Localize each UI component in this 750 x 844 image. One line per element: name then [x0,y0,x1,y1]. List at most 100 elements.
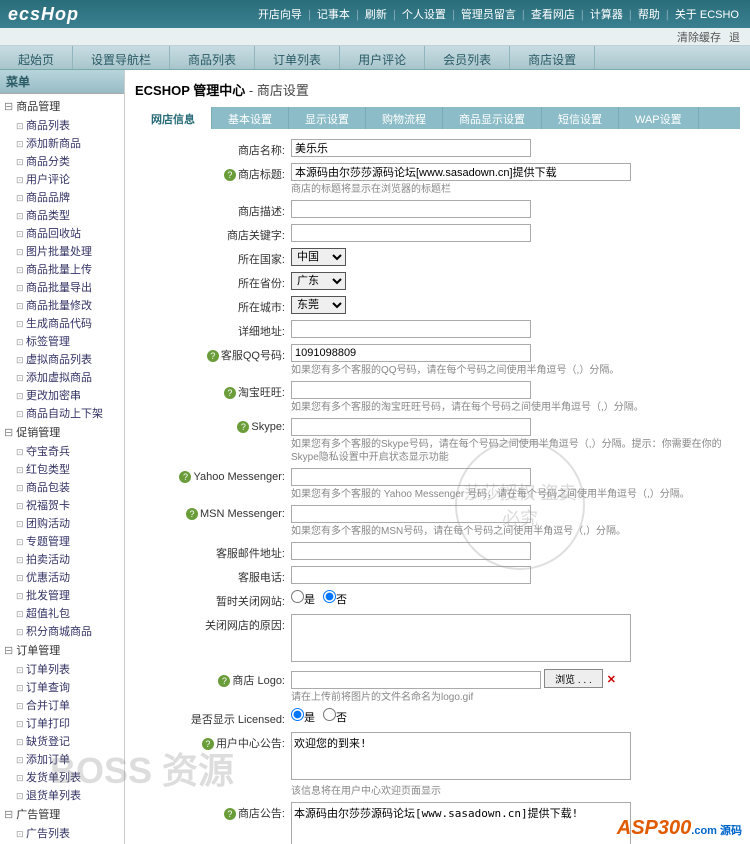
tree-item[interactable]: 红包类型 [0,460,124,478]
delete-icon[interactable]: ✕ [607,674,616,686]
logo-path-input[interactable] [291,671,541,689]
tree-item[interactable]: 订单查询 [0,678,124,696]
top-link[interactable]: 查看网店 [531,9,575,21]
shop-name-input[interactable] [291,139,531,157]
tab[interactable]: 短信设置 [542,107,619,129]
tab[interactable]: 购物流程 [366,107,443,129]
tree-item[interactable]: 商品批量导出 [0,278,124,296]
tree-item[interactable]: 订单列表 [0,660,124,678]
province-select[interactable]: 广东 [291,272,346,290]
tree-item[interactable]: 商品批量上传 [0,260,124,278]
shop-keywords-input[interactable] [291,224,531,242]
tree-item[interactable]: 批发管理 [0,586,124,604]
top-link[interactable]: 记事本 [317,9,350,21]
tab[interactable]: 商品显示设置 [443,107,542,129]
help-icon[interactable]: ? [202,738,214,750]
tree-item[interactable]: 退货单列表 [0,786,124,804]
address-input[interactable] [291,320,531,338]
nav-item[interactable]: 用户评论 [340,46,425,69]
ym-input[interactable] [291,468,531,486]
tree-item[interactable]: 夺宝奇兵 [0,442,124,460]
tree-item[interactable]: 积分商城商品 [0,622,124,640]
tree-item[interactable]: 祝福贺卡 [0,496,124,514]
exit-link[interactable]: 退 [729,29,740,45]
top-link[interactable]: 开店向导 [258,9,302,21]
close-reason-textarea[interactable] [291,614,631,662]
tab[interactable]: 网店信息 [135,107,212,129]
tree-item[interactable]: 广告列表 [0,824,124,842]
tree-item[interactable]: 商品分类 [0,152,124,170]
shop-desc-input[interactable] [291,200,531,218]
help-icon[interactable]: ? [237,421,249,433]
tree-item[interactable]: 专题管理 [0,532,124,550]
ww-input[interactable] [291,381,531,399]
shop-notice-textarea[interactable]: 本源码由尔莎莎源码论坛[www.sasadown.cn]提供下载! [291,802,631,844]
nav-item[interactable]: 商品列表 [170,46,255,69]
close-no-radio[interactable] [323,590,336,603]
msn-input[interactable] [291,505,531,523]
tree-item[interactable]: 图片批量处理 [0,242,124,260]
tree-item[interactable]: 标签管理 [0,332,124,350]
tree-item[interactable]: 添加新商品 [0,134,124,152]
tree-item[interactable]: 添加订单 [0,750,124,768]
clear-cache-link[interactable]: 清除缓存 [677,29,721,45]
help-icon[interactable]: ? [179,471,191,483]
help-icon[interactable]: ? [186,508,198,520]
tree-item[interactable]: 商品列表 [0,116,124,134]
city-select[interactable]: 东莞 [291,296,346,314]
tree-item[interactable]: 团购活动 [0,514,124,532]
tree-item[interactable]: 生成商品代码 [0,314,124,332]
tree-category[interactable]: 广告管理 [0,804,124,824]
help-icon[interactable]: ? [224,808,236,820]
tree-item[interactable]: 商品包装 [0,478,124,496]
shop-title-input[interactable] [291,163,631,181]
phone-input[interactable] [291,566,531,584]
top-link[interactable]: 计算器 [590,9,623,21]
tree-item[interactable]: 发货单列表 [0,768,124,786]
tree-item[interactable]: 拍卖活动 [0,550,124,568]
tree-item[interactable]: 商品品牌 [0,188,124,206]
tree-item[interactable]: 虚拟商品列表 [0,350,124,368]
help-icon[interactable]: ? [207,350,219,362]
browse-button[interactable]: 浏览 . . . [544,669,603,688]
tree-item[interactable]: 添加虚拟商品 [0,368,124,386]
tree-item[interactable]: 合并订单 [0,696,124,714]
tree-category[interactable]: 商品管理 [0,96,124,116]
nav-item[interactable]: 订单列表 [255,46,340,69]
top-link[interactable]: 刷新 [365,9,387,21]
tree-item[interactable]: 订单打印 [0,714,124,732]
help-icon[interactable]: ? [218,675,230,687]
email-input[interactable] [291,542,531,560]
tree-item[interactable]: 商品批量修改 [0,296,124,314]
tree-item[interactable]: 更改加密串 [0,386,124,404]
top-link[interactable]: 关于 ECSHO [675,9,739,21]
skype-input[interactable] [291,418,531,436]
tree-item[interactable]: 用户评论 [0,170,124,188]
tab[interactable]: 显示设置 [289,107,366,129]
tree-item[interactable]: 缺货登记 [0,732,124,750]
nav-item[interactable]: 起始页 [0,46,73,69]
licensed-yes-radio[interactable] [291,708,304,721]
tree-category[interactable]: 促销管理 [0,422,124,442]
tab[interactable]: WAP设置 [619,107,699,129]
tree-item[interactable]: 商品回收站 [0,224,124,242]
tree-category[interactable]: 订单管理 [0,640,124,660]
nav-item[interactable]: 会员列表 [425,46,510,69]
top-link[interactable]: 帮助 [638,9,660,21]
tab[interactable]: 基本设置 [212,107,289,129]
nav-item[interactable]: 设置导航栏 [73,46,170,69]
tree-item[interactable]: 商品自动上下架 [0,404,124,422]
tree-item[interactable]: 商品类型 [0,206,124,224]
nav-item[interactable]: 商店设置 [510,46,595,69]
top-link[interactable]: 个人设置 [402,9,446,21]
help-icon[interactable]: ? [224,387,236,399]
user-notice-textarea[interactable]: 欢迎您的到来! [291,732,631,780]
tree-item[interactable]: 优惠活动 [0,568,124,586]
close-yes-radio[interactable] [291,590,304,603]
country-select[interactable]: 中国 [291,248,346,266]
qq-input[interactable] [291,344,531,362]
top-link[interactable]: 管理员留言 [461,9,516,21]
help-icon[interactable]: ? [224,169,236,181]
tree-item[interactable]: 超值礼包 [0,604,124,622]
licensed-no-radio[interactable] [323,708,336,721]
